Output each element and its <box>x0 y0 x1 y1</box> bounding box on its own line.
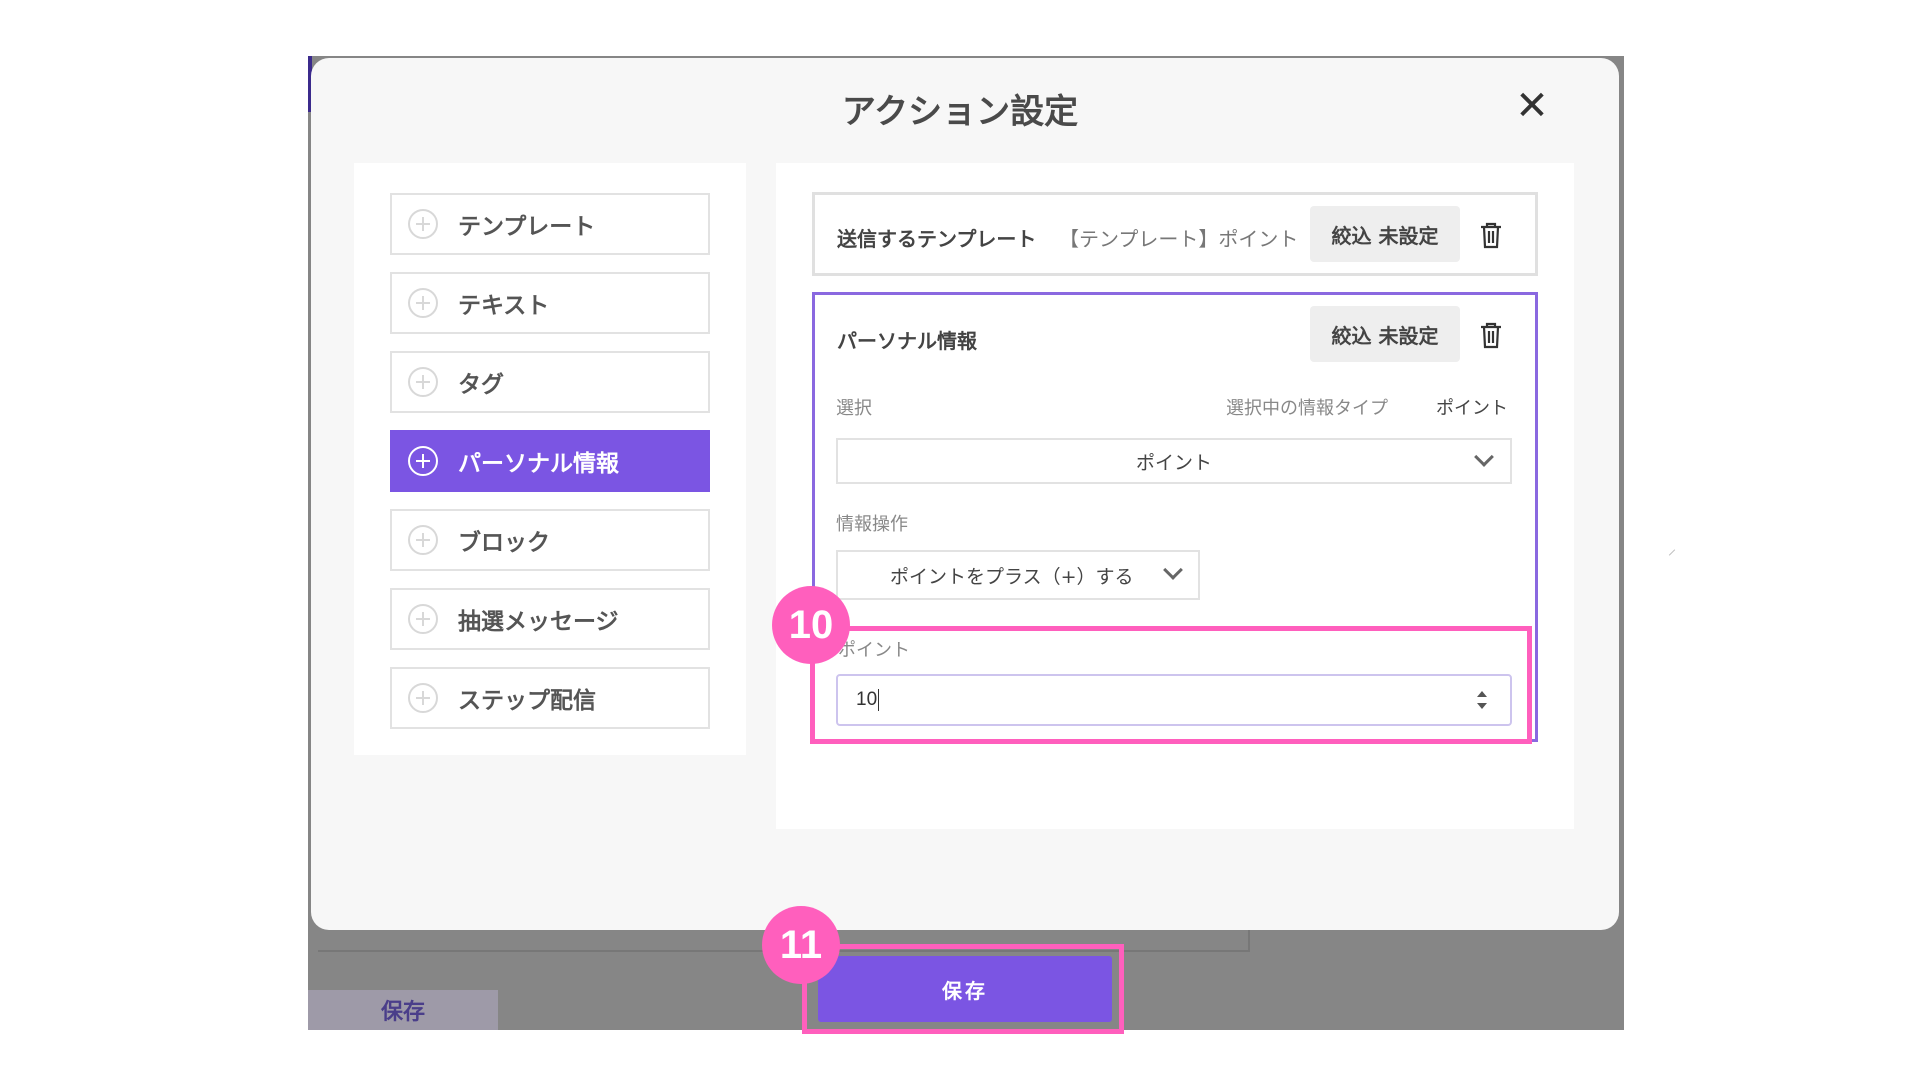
info-type-select[interactable]: ポイント <box>836 438 1512 484</box>
menu-item-label: テンプレート <box>458 214 596 240</box>
menu-item-personal-info[interactable]: パーソナル情報 <box>390 430 710 492</box>
plus-circle-icon <box>408 525 438 555</box>
close-icon[interactable]: ✕ <box>1514 86 1550 126</box>
template-card-value: 【テンプレート】ポイント <box>1059 227 1299 251</box>
stray-mark <box>1668 549 1676 556</box>
menu-item-block[interactable]: ブロック <box>390 509 710 571</box>
plus-circle-icon <box>408 604 438 634</box>
menu-item-label: タグ <box>458 372 504 398</box>
plus-circle-icon <box>408 446 438 476</box>
operation-value: ポイントをプラス（+）する <box>890 565 1134 588</box>
step-badge-10: 10 <box>772 586 850 664</box>
plus-circle-icon <box>408 288 438 318</box>
plus-circle-icon <box>408 209 438 239</box>
operation-select[interactable]: ポイントをプラス（+）する <box>836 550 1200 600</box>
personal-filter-button[interactable]: 絞込 未設定 <box>1310 306 1460 362</box>
selected-type-label: 選択中の情報タイプ <box>1226 398 1388 419</box>
menu-item-step-delivery[interactable]: ステップ配信 <box>390 667 710 729</box>
trash-icon[interactable] <box>1478 320 1504 350</box>
select-label: 選択 <box>836 398 872 419</box>
trash-icon[interactable] <box>1478 220 1504 250</box>
plus-circle-icon <box>408 683 438 713</box>
menu-item-lottery-message[interactable]: 抽選メッセージ <box>390 588 710 650</box>
menu-item-label: 抽選メッセージ <box>458 609 619 635</box>
modal-title: アクション設定 <box>841 92 1079 132</box>
personal-card-title: パーソナル情報 <box>837 329 977 353</box>
plus-circle-icon <box>408 367 438 397</box>
background-save-button: 保存 <box>308 990 498 1030</box>
highlight-frame-save <box>802 944 1124 1034</box>
menu-item-template[interactable]: テンプレート <box>390 193 710 255</box>
selected-type-value: ポイント <box>1436 398 1508 419</box>
step-badge-11: 11 <box>762 906 840 984</box>
select-value: ポイント <box>1135 451 1212 474</box>
template-card-label: 送信するテンプレート <box>837 227 1037 251</box>
template-filter-button[interactable]: 絞込 未設定 <box>1310 206 1460 262</box>
menu-item-label: ブロック <box>458 530 550 556</box>
menu-item-text[interactable]: テキスト <box>390 272 710 334</box>
menu-item-label: ステップ配信 <box>458 688 596 714</box>
operation-label: 情報操作 <box>836 514 908 535</box>
menu-item-label: テキスト <box>458 293 550 319</box>
highlight-frame-point <box>810 626 1532 744</box>
menu-item-label: パーソナル情報 <box>458 451 619 477</box>
menu-item-tag[interactable]: タグ <box>390 351 710 413</box>
